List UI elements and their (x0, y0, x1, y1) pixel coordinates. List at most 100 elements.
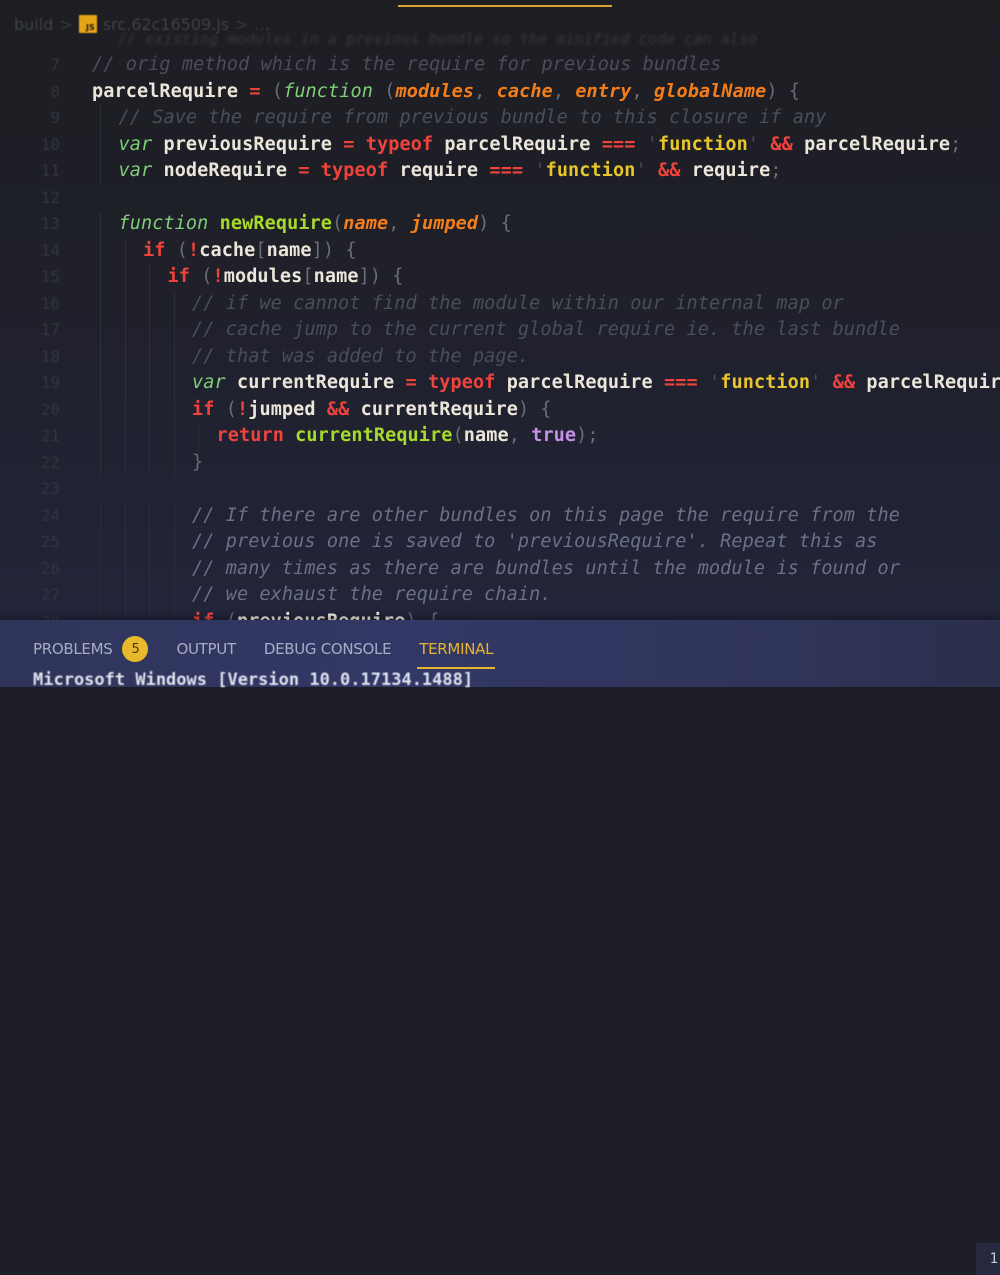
indent-guide (149, 370, 150, 397)
code-line[interactable]: 7 // orig method which is the require for… (0, 52, 1000, 79)
code-line[interactable]: 13 function newRequire(name, jumped) { (0, 211, 1000, 238)
code-line[interactable]: 18 // that was added to the page. (0, 343, 1000, 370)
indent-guide (100, 237, 101, 264)
code-token: ' (646, 133, 658, 155)
code-token: function (657, 133, 748, 155)
indent-guide (124, 317, 126, 344)
code-line[interactable]: 8 parcelRequire = (function (modules, cac… (0, 79, 1000, 106)
terminal-selector[interactable]: 1 (976, 1243, 1000, 1275)
code-text: if (!modules[name]) { (168, 264, 404, 290)
indent-guide (100, 158, 101, 185)
code-text: // cache jump to the current global requ… (192, 317, 900, 343)
code-token: function (545, 160, 636, 181)
indent-guide (124, 290, 126, 317)
code-token: // orig method which is the require for … (92, 54, 722, 75)
active-editor-tab-indicator (398, 5, 612, 7)
code-token: // Save the require from previous bundle… (118, 107, 827, 128)
line-number: 18 (40, 346, 60, 366)
indent-guide (173, 343, 175, 370)
line-number: 15 (40, 267, 60, 286)
indent-guide (173, 555, 175, 582)
code-token: // if we cannot find the module within o… (192, 292, 844, 314)
code-line[interactable]: 28 if (previousRequire) { (0, 608, 1000, 620)
indent-guide (149, 529, 150, 556)
tab-terminal[interactable]: TERMINAL (417, 640, 496, 669)
code-token: currentRequire (360, 398, 518, 420)
indent-guide (173, 529, 175, 556)
code-text: // many times as there are bundles until… (192, 556, 900, 582)
code-line[interactable]: 10 var previousRequire = typeof parcelReq… (0, 131, 1000, 158)
code-line[interactable]: 22} (0, 449, 1000, 476)
code-token: globalName (654, 80, 767, 102)
line-number: 27 (40, 585, 60, 604)
tab-problems[interactable]: PROBLEMS 5 (33, 636, 149, 662)
code-text: // that was added to the page. (192, 344, 529, 370)
code-token: currentRequire (295, 425, 453, 446)
tab-debug-console[interactable]: DEBUG CONSOLE (264, 640, 392, 658)
code-line[interactable]: 20 if (!jumped && currentRequire) { (0, 396, 1000, 423)
indent-guide (149, 290, 150, 317)
code-token: parcelRequire (866, 372, 1000, 393)
indent-guide (173, 290, 175, 317)
code-text: if (!cache[name]) { (143, 238, 357, 264)
indent-guide (100, 211, 101, 238)
code-token: ( (260, 80, 284, 102)
code-token: ( (189, 266, 213, 287)
code-lines: 7 // orig method which is the require for… (0, 52, 1000, 620)
terminal-output[interactable]: Microsoft Windows [Version 10.0.17134.14… (33, 670, 473, 690)
code-text: // previous one is saved to 'previousReq… (192, 529, 878, 555)
code-line[interactable]: 27 // we exhaust the require chain. (0, 582, 1000, 609)
panel-tabs: PROBLEMS 5 OUTPUT DEBUG CONSOLE TERMINAL (33, 636, 521, 669)
indent-guide (173, 396, 175, 423)
code-line[interactable]: 16 // if we cannot find the module within… (0, 290, 1000, 317)
code-line[interactable]: 15 if (!modules[name]) { (0, 264, 1000, 291)
code-token: var (192, 372, 237, 393)
code-token: entry (575, 80, 632, 102)
code-text: parcelRequire = (function (modules, cach… (92, 79, 800, 105)
code-line[interactable]: 26 // many times as there are bundles unt… (0, 555, 1000, 582)
code-line[interactable]: 24 // If there are other bundles on this … (0, 502, 1000, 529)
code-token: function (118, 213, 220, 234)
code-token: , (508, 425, 532, 446)
line-number: 10 (40, 134, 60, 154)
tab-output[interactable]: OUTPUT (176, 640, 236, 658)
code-token: ' (810, 372, 822, 393)
code-token: ! (187, 239, 200, 261)
code-token: , (631, 80, 654, 102)
indent-guide (124, 264, 126, 291)
code-token: ; (950, 133, 962, 155)
code-line[interactable]: 21 return currentRequire(name, true); (0, 423, 1000, 450)
indent-guide (124, 502, 126, 529)
code-text: // existing modules in a previous bundle… (118, 30, 758, 48)
code-token: function (283, 80, 373, 102)
code-line[interactable]: 11 var nodeRequire = typeof require === '… (0, 158, 1000, 185)
code-token: jumped (248, 398, 327, 420)
indent-guide (173, 317, 175, 344)
code-text: var nodeRequire = typeof require === 'fu… (119, 158, 782, 184)
indent-guide (100, 449, 101, 476)
code-text: var currentRequire = typeof parcelRequir… (192, 370, 1000, 396)
code-line[interactable]: 14 if (!cache[name]) { (0, 237, 1000, 264)
code-line[interactable]: 12 (0, 185, 1000, 212)
code-token: cache (496, 80, 553, 102)
code-line[interactable]: 25 // previous one is saved to 'previousR… (0, 529, 1000, 556)
code-token: newRequire (219, 213, 333, 234)
line-number: 8 (50, 81, 60, 101)
code-line[interactable]: 19 var currentRequire = typeof parcelRequ… (0, 370, 1000, 397)
code-line[interactable]: 17 // cache jump to the current global re… (0, 317, 1000, 344)
tab-label: OUTPUT (176, 640, 236, 658)
indent-guide (124, 529, 126, 556)
code-editor[interactable]: build > JS src.62c16509.js > ... // exis… (0, 0, 1000, 620)
code-line[interactable]: 23 (0, 476, 1000, 503)
code-token: === (489, 160, 535, 181)
code-text: // Save the require from previous bundle… (119, 105, 827, 131)
code-token: require (691, 160, 771, 181)
code-token: require (399, 160, 490, 181)
code-line[interactable]: 9 // Save the require from previous bundl… (0, 105, 1000, 132)
code-token: ( (214, 398, 237, 420)
code-token: } (192, 451, 204, 473)
indent-guide (173, 502, 175, 529)
code-text: } (192, 450, 203, 476)
indent-guide (100, 608, 101, 620)
problems-count-badge: 5 (122, 636, 149, 662)
